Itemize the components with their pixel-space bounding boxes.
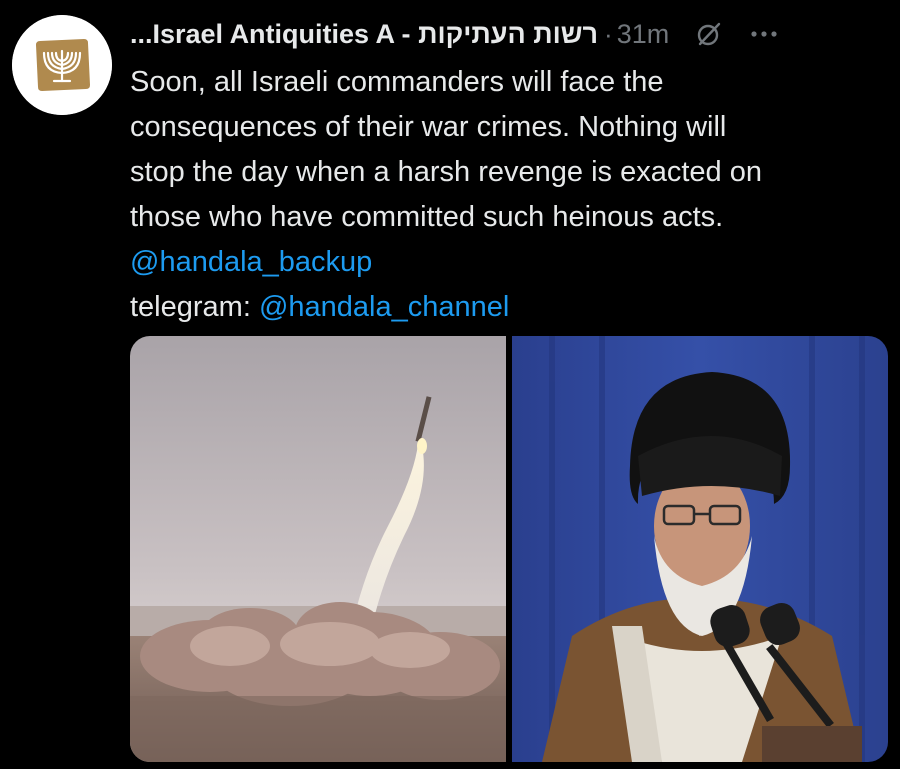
mention-link[interactable]: @handala_channel (259, 291, 509, 323)
cleric-at-microphones-photo[interactable] (512, 336, 888, 762)
mention-line: @handala_backup (130, 240, 890, 285)
tweet-text-line: consequences of their war crimes. Nothin… (130, 111, 727, 143)
missile-launch-photo[interactable] (130, 336, 506, 762)
tweet-body: Soon, all Israeli commanders will face t… (130, 60, 890, 330)
telegram-label: telegram: (130, 291, 259, 323)
grok-icon[interactable] (695, 20, 723, 48)
tweet-header: ...Israel Antiquities A - רשות העתיקות ·… (130, 16, 895, 52)
author-display-name[interactable]: ...Israel Antiquities A - רשות העתיקות (130, 19, 598, 50)
tweet-text-line: those who have committed such heinous ac… (130, 201, 724, 233)
tweet-text-line: Soon, all Israeli commanders will face t… (130, 66, 664, 98)
tweet-timestamp[interactable]: 31m (617, 19, 670, 50)
avatar[interactable] (12, 15, 112, 115)
media-grid (130, 336, 888, 762)
more-options-icon[interactable] (749, 20, 779, 48)
separator-dot: · (604, 18, 613, 49)
mention-link[interactable]: @handala_backup (130, 246, 372, 278)
menorah-logo-icon (12, 15, 112, 115)
tweet[interactable]: ...Israel Antiquities A - רשות העתיקות ·… (0, 0, 900, 769)
tweet-text-line: stop the day when a harsh revenge is exa… (130, 156, 762, 188)
telegram-line: telegram: @handala_channel (130, 285, 890, 330)
